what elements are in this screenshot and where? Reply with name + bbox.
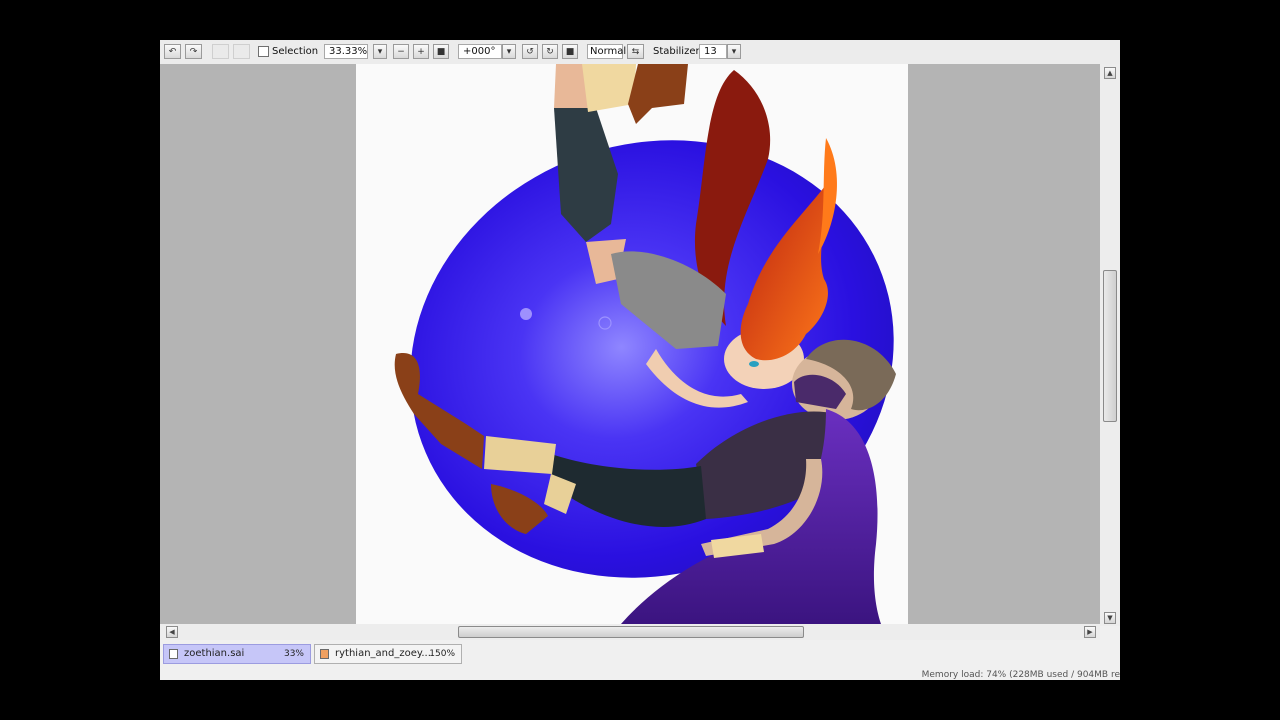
rotation-field[interactable]: +000° [458, 44, 502, 59]
file-icon [169, 649, 178, 659]
vertical-scroll-thumb[interactable] [1103, 270, 1117, 422]
rotate-dropdown-icon: ▾ [506, 46, 512, 57]
zoom-out-icon: − [397, 46, 405, 57]
tab-zoom: 33% [283, 649, 304, 659]
scroll-up-icon: ▲ [1107, 68, 1113, 77]
scroll-down-button[interactable]: ▼ [1104, 612, 1116, 624]
file-icon [320, 649, 329, 659]
zoom-reset-icon: ■ [436, 46, 446, 57]
selection-label: Selection [272, 46, 319, 57]
stabilizer-dropdown-icon: ▾ [731, 46, 737, 57]
horizontal-scroll-thumb[interactable] [458, 626, 804, 638]
memory-load-status: Memory load: 74% (228MB used / 904MB re [921, 670, 1120, 680]
undo-button[interactable]: ↶ [164, 44, 181, 59]
flip-button[interactable]: ⇆ [627, 44, 644, 59]
tab-name: rythian_and_zoey... [335, 648, 431, 659]
zoom-in-icon: + [417, 46, 425, 57]
vertical-scrollbar[interactable]: ▲ ▼ [1100, 64, 1120, 626]
sai-window: ↶ ↷ Selection 33.33% ▾ − + ■ +000° ▾ ↺ ↻… [160, 40, 1120, 680]
rotate-right-icon: ↻ [546, 46, 554, 57]
zoom-reset-button[interactable]: ■ [433, 44, 449, 59]
rotate-left-button[interactable]: ↺ [522, 44, 538, 59]
tab-rythian-and-zoey[interactable]: rythian_and_zoey... 150% [314, 644, 462, 664]
selection-checkbox[interactable] [258, 46, 269, 57]
stabilizer-dropdown-button[interactable]: ▾ [727, 44, 741, 59]
rotate-reset-button[interactable]: ■ [562, 44, 578, 59]
zoom-out-button[interactable]: − [393, 44, 409, 59]
redo-icon: ↷ [189, 46, 198, 57]
horizontal-scrollbar[interactable]: ◀ ▶ [160, 624, 1100, 640]
artwork-illustration [394, 64, 896, 624]
canvas-toolbar: ↶ ↷ Selection 33.33% ▾ − + ■ +000° ▾ ↺ ↻… [160, 40, 1120, 65]
document-tab-bar: zoethian.sai 33% rythian_and_zoey... 150… [160, 640, 1120, 680]
tab-zoethian[interactable]: zoethian.sai 33% [163, 644, 311, 664]
redo-button[interactable]: ↷ [185, 44, 202, 59]
deselect-button[interactable] [212, 44, 229, 59]
tab-zoom: 150% [429, 649, 455, 659]
rotate-left-icon: ↺ [526, 46, 534, 57]
scroll-left-icon: ◀ [169, 627, 175, 636]
scroll-right-button[interactable]: ▶ [1084, 626, 1096, 638]
zoom-in-button[interactable]: + [413, 44, 429, 59]
zoom-dropdown-icon: ▾ [377, 46, 383, 57]
scroll-right-icon: ▶ [1087, 627, 1093, 636]
scroll-up-button[interactable]: ▲ [1104, 67, 1116, 79]
flip-icon: ⇆ [631, 46, 640, 57]
canvas-viewport[interactable] [160, 64, 1100, 624]
blend-mode-select[interactable]: Normal [587, 44, 626, 59]
artwork-canvas[interactable] [356, 64, 908, 624]
undo-icon: ↶ [168, 46, 177, 57]
scroll-down-icon: ▼ [1107, 613, 1113, 622]
stabilizer-label: Stabilizer [653, 46, 700, 57]
zoom-field[interactable]: 33.33% [324, 44, 368, 59]
stabilizer-field[interactable]: 13 [699, 44, 727, 59]
rotate-dropdown-button[interactable]: ▾ [502, 44, 516, 59]
invert-selection-button[interactable] [233, 44, 250, 59]
scroll-left-button[interactable]: ◀ [166, 626, 178, 638]
tab-name: zoethian.sai [184, 648, 245, 659]
zoom-dropdown-button[interactable]: ▾ [373, 44, 387, 59]
rotate-reset-icon: ■ [565, 46, 575, 57]
rotate-right-button[interactable]: ↻ [542, 44, 558, 59]
